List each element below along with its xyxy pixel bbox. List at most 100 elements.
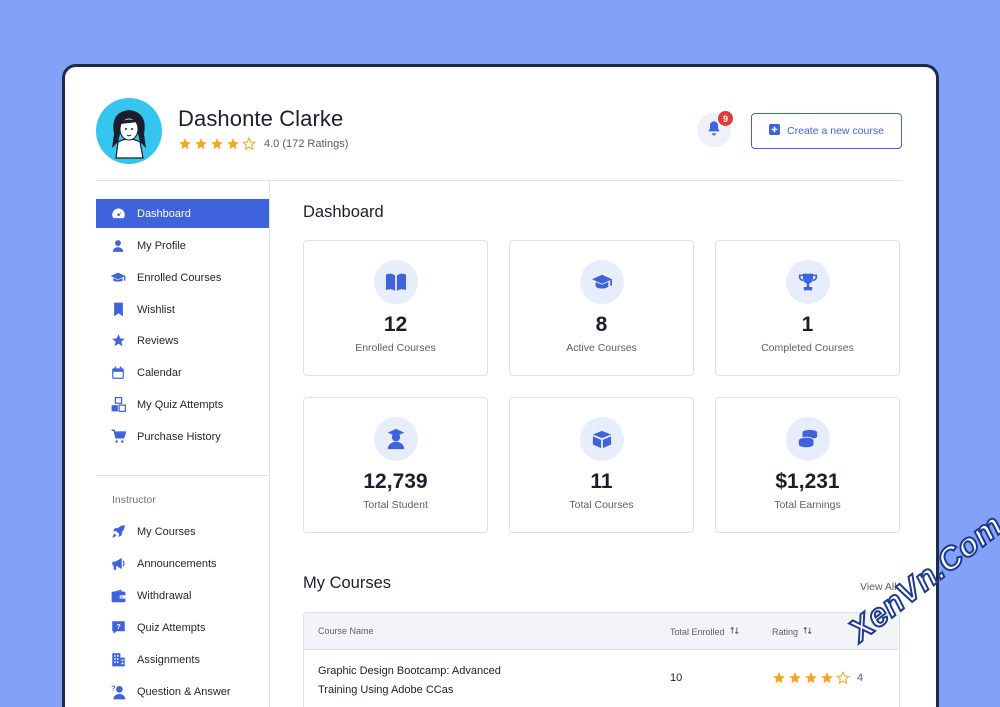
stat-label: Enrolled Courses — [355, 342, 436, 354]
sidebar-divider — [96, 475, 269, 476]
sidebar-item-announcements[interactable]: Announcements — [96, 549, 269, 578]
user-icon — [110, 238, 126, 254]
profile-header: Dashonte Clarke 4.0 (172 Ratings) 9 Crea… — [65, 67, 936, 183]
dashboard-window: Dashonte Clarke 4.0 (172 Ratings) 9 Crea… — [62, 64, 939, 707]
column-course-name: Course Name — [318, 626, 374, 636]
sidebar-item-label: Reviews — [137, 334, 179, 347]
table-header: Course Name Total Enrolled Rating — [304, 613, 899, 650]
star-filled-icon — [788, 671, 802, 685]
wallet-icon — [110, 588, 126, 604]
sidebar-item-label: Calendar — [137, 366, 182, 379]
profile-rating: 4.0 (172 Ratings) — [178, 136, 349, 151]
sidebar-item-calendar[interactable]: Calendar — [96, 358, 269, 387]
svg-text:?: ? — [116, 622, 121, 631]
sidebar-item-my-courses[interactable]: My Courses — [96, 517, 269, 546]
column-rating[interactable]: Rating — [772, 626, 812, 637]
sidebar: Dashboard My Profile Enrolled Courses Wi… — [96, 181, 270, 707]
instructor-section-label: Instructor — [112, 494, 156, 506]
rocket-icon — [110, 524, 126, 540]
sidebar-item-my-quiz-attempts[interactable]: My Quiz Attempts — [96, 390, 269, 419]
sidebar-item-quiz-attempts[interactable]: ? Quiz Attempts — [96, 613, 269, 642]
sidebar-item-label: Dashboard — [137, 207, 191, 220]
sidebar-item-question-answer[interactable]: ? Question & Answer — [96, 677, 269, 706]
course-name-line: Graphic Design Bootcamp: Advanced — [318, 665, 501, 677]
stat-label: Tortal Student — [363, 499, 428, 511]
star-empty-icon — [241, 136, 257, 151]
column-label: Total Enrolled — [670, 626, 725, 637]
stat-label: Total Earnings — [774, 499, 841, 511]
sidebar-item-label: Question & Answer — [137, 685, 231, 698]
svg-text:?: ? — [111, 684, 116, 693]
sort-icon — [803, 626, 812, 637]
sidebar-item-withdrawal[interactable]: Withdrawal — [96, 581, 269, 610]
stat-value: 12,739 — [363, 470, 428, 493]
box-icon — [580, 417, 624, 461]
courses-table: Course Name Total Enrolled Rating Graphi… — [303, 612, 900, 707]
star-filled-icon — [820, 671, 834, 685]
star-filled-icon — [772, 671, 786, 685]
sidebar-item-label: My Profile — [137, 239, 186, 252]
course-name[interactable]: Graphic Design Bootcamp: Advanced Traini… — [318, 662, 558, 700]
stat-value: 1 — [801, 313, 814, 336]
star-filled-icon — [804, 671, 818, 685]
sidebar-item-dashboard[interactable]: Dashboard — [96, 199, 269, 228]
course-rating: 4 — [772, 670, 864, 685]
sidebar-item-wishlist[interactable]: Wishlist — [96, 295, 269, 324]
star-filled-icon — [194, 137, 208, 151]
notification-badge: 9 — [718, 111, 733, 126]
sidebar-item-assignments[interactable]: Assignments — [96, 645, 269, 674]
stat-card-completed-courses: 1 Completed Courses — [715, 240, 900, 376]
megaphone-icon — [110, 556, 126, 572]
stat-value: 8 — [595, 313, 608, 336]
sidebar-item-reviews[interactable]: Reviews — [96, 326, 269, 355]
sidebar-item-label: Announcements — [137, 557, 217, 570]
rating-text: 4.0 (172 Ratings) — [264, 138, 349, 150]
coins-icon — [786, 417, 830, 461]
create-course-label: Create a new course — [787, 125, 884, 137]
sort-icon — [729, 626, 739, 637]
rating-value: 4 — [857, 672, 864, 684]
user-name: Dashonte Clarke — [178, 106, 344, 131]
sidebar-item-label: Quiz Attempts — [137, 621, 206, 634]
student-icon — [374, 417, 418, 461]
column-label: Rating — [772, 626, 799, 637]
gauge-icon — [110, 206, 126, 222]
star-empty-icon — [835, 670, 851, 685]
calendar-icon — [110, 365, 126, 381]
stat-label: Active Courses — [566, 342, 637, 354]
stat-value: $1,231 — [775, 470, 840, 493]
person-question-icon: ? — [110, 684, 126, 700]
star-filled-icon — [210, 137, 224, 151]
sidebar-item-label: My Courses — [137, 525, 196, 538]
bookmark-icon — [110, 302, 126, 318]
stat-value: 11 — [590, 470, 613, 493]
stat-label: Total Courses — [569, 499, 634, 511]
stat-value: 12 — [383, 313, 408, 336]
stat-card-enrolled-courses: 12 Enrolled Courses — [303, 240, 488, 376]
view-all-link[interactable]: View All — [860, 581, 897, 593]
column-total-enrolled[interactable]: Total Enrolled — [670, 626, 739, 637]
sidebar-item-enrolled-courses[interactable]: Enrolled Courses — [96, 263, 269, 292]
course-name-line: Training Using Adobe CCas — [318, 684, 454, 696]
building-icon — [110, 652, 126, 668]
graduation-cap-icon — [110, 270, 126, 286]
question-icon: ? — [110, 620, 126, 636]
create-course-button[interactable]: Create a new course — [751, 113, 902, 149]
plus-square-icon — [769, 124, 781, 138]
sidebar-item-my-profile[interactable]: My Profile — [96, 231, 269, 260]
stat-card-total-courses: 11 Total Courses — [509, 397, 694, 533]
cubes-icon — [110, 397, 126, 413]
my-courses-title: My Courses — [303, 574, 392, 592]
star-icon — [110, 333, 126, 349]
sidebar-item-label: Purchase History — [137, 430, 221, 443]
column-label: Course Name — [318, 626, 374, 636]
sidebar-item-label: Withdrawal — [137, 589, 192, 602]
page-title: Dashboard — [303, 203, 384, 221]
sidebar-item-purchase-history[interactable]: Purchase History — [96, 422, 269, 451]
stat-card-total-earnings: $1,231 Total Earnings — [715, 397, 900, 533]
course-enrolled-count: 10 — [670, 672, 683, 684]
sidebar-item-label: Enrolled Courses — [137, 271, 222, 284]
person-avatar-icon[interactable] — [96, 98, 162, 164]
sidebar-item-label: Wishlist — [137, 303, 175, 316]
sidebar-item-label: Assignments — [137, 653, 200, 666]
